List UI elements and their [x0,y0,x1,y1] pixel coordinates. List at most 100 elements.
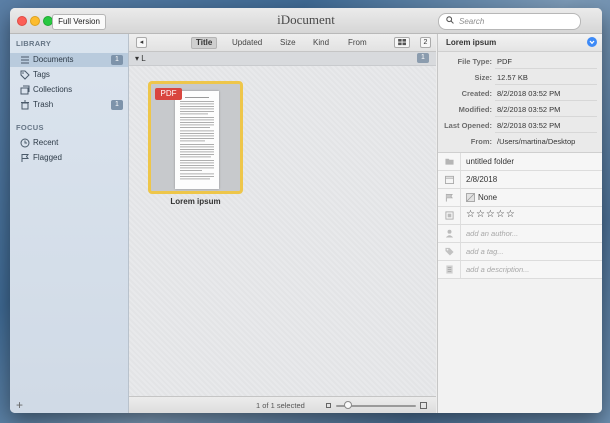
rating-stars[interactable]: ☆☆☆☆☆ [466,209,516,220]
list-icon [21,56,29,64]
clock-icon [20,138,30,148]
flag-icon [445,193,453,202]
trash-icon [21,100,29,110]
divider [460,243,461,260]
zoom-in-icon[interactable] [420,402,427,409]
flag-icon [21,154,29,162]
divider [460,261,461,278]
tab-from[interactable]: From [348,38,367,48]
metadata-value: 8/2/2018 03:52 PM [497,89,561,98]
person-icon [445,229,454,238]
document-thumbnail[interactable]: PDF [148,81,243,194]
close-window-button[interactable] [17,16,27,26]
view-mode-button[interactable] [394,37,410,48]
document-icon [446,265,453,274]
metadata-key: Size: [474,73,492,82]
date-value: 2/8/2018 [466,175,498,184]
columns-button[interactable]: 2 [420,37,431,48]
author-row[interactable]: add an author... [438,225,602,243]
documents-count-badge: 1 [111,55,123,65]
folder-value: untitled folder [466,157,515,166]
sidebar-item-label: Flagged [33,153,62,162]
chevron-down-icon [589,40,595,45]
description-row[interactable]: add a description... [438,261,602,279]
back-button[interactable]: ◂ [136,37,147,48]
library-section-header: LIBRARY [16,39,52,48]
metadata-key: Last Opened: [444,121,492,130]
pdf-badge: PDF [155,88,182,100]
group-header[interactable]: ▾ L 1 [129,52,436,66]
inspector-options-button[interactable] [587,37,597,47]
title-bar: Full Version iDocument [10,8,602,34]
divider [460,225,461,242]
metadata-row-size: Size: 12.57 KB [438,69,602,85]
selection-count: 1 of 1 selected [256,401,305,410]
sidebar-item-tags[interactable]: Tags [10,68,128,82]
document-name[interactable]: Lorem ipsum [148,197,243,206]
sidebar: LIBRARY Documents 1 Tags Collections Tra… [10,34,129,413]
zoom-slider-knob[interactable] [344,401,352,409]
app-window: Full Version iDocument LIBRARY Documents… [10,8,602,413]
search-input[interactable] [459,15,569,27]
metadata-key: File Type: [457,57,492,66]
tab-kind[interactable]: Kind [313,38,329,48]
sidebar-item-label: Recent [33,138,59,147]
sidebar-item-collections[interactable]: Collections [10,83,128,97]
sort-bar: ◂ Title Updated Size Kind From 2 [129,34,436,52]
rating-icon [445,211,454,220]
sidebar-item-recent[interactable]: Recent [10,136,128,150]
sidebar-item-label: Documents [33,55,74,64]
page-preview [175,91,219,189]
inspector-header: Lorem ipsum [438,34,602,52]
search-icon [446,16,454,24]
metadata-row-last-opened: Last Opened: 8/2/2018 03:52 PM [438,117,602,133]
metadata-key: From: [470,137,492,146]
text-lines-preview [180,97,214,180]
calendar-icon [445,175,454,184]
metadata-value: /Users/martina/Desktop [497,137,576,146]
full-version-button[interactable]: Full Version [52,14,106,30]
document-grid: PDF Lorem ipsum [129,66,436,396]
sidebar-item-flagged[interactable]: Flagged [10,151,128,165]
tab-updated[interactable]: Updated [232,38,262,48]
divider [460,153,461,170]
metadata-value: PDF [497,57,512,66]
divider [460,189,461,206]
metadata-key: Modified: [458,105,492,114]
tab-size[interactable]: Size [280,38,296,48]
collections-icon [20,85,30,95]
metadata-key: Created: [461,89,492,98]
author-field[interactable]: add an author... [466,229,518,238]
sidebar-item-trash[interactable]: Trash 1 [10,98,128,112]
trash-count-badge: 1 [111,100,123,110]
divider [460,207,461,224]
tab-title[interactable]: Title [191,37,218,49]
tag-icon [20,70,30,80]
sidebar-item-label: Tags [33,70,50,79]
metadata-section: File Type: PDF Size: 12.57 KB Created: 8… [438,52,602,153]
add-button[interactable]: + [16,398,23,412]
focus-section-header: FOCUS [16,123,44,132]
tag-icon [445,247,454,256]
zoom-out-icon[interactable] [326,403,331,408]
flag-swatch-icon [466,193,475,202]
metadata-value: 8/2/2018 03:52 PM [497,105,561,114]
document-browser: ◂ Title Updated Size Kind From 2 ▾ L 1 P… [129,34,436,413]
folder-row[interactable]: untitled folder [438,153,602,171]
description-field[interactable]: add a description... [466,265,529,274]
tag-field[interactable]: add a tag... [466,247,504,256]
rating-row[interactable]: ☆☆☆☆☆ [438,207,602,225]
flag-row[interactable]: None [438,189,602,207]
minimize-window-button[interactable] [30,16,40,26]
metadata-row-from: From: /Users/martina/Desktop [438,133,602,149]
group-label: ▾ L [135,54,146,63]
group-count-badge: 1 [417,53,429,63]
tag-row[interactable]: add a tag... [438,243,602,261]
folder-icon [445,158,454,165]
metadata-row-modified: Modified: 8/2/2018 03:52 PM [438,101,602,117]
divider [460,171,461,188]
date-row[interactable]: 2/8/2018 [438,171,602,189]
sidebar-item-label: Trash [33,100,54,109]
search-field[interactable] [438,13,581,30]
sidebar-item-documents[interactable]: Documents 1 [10,53,128,67]
